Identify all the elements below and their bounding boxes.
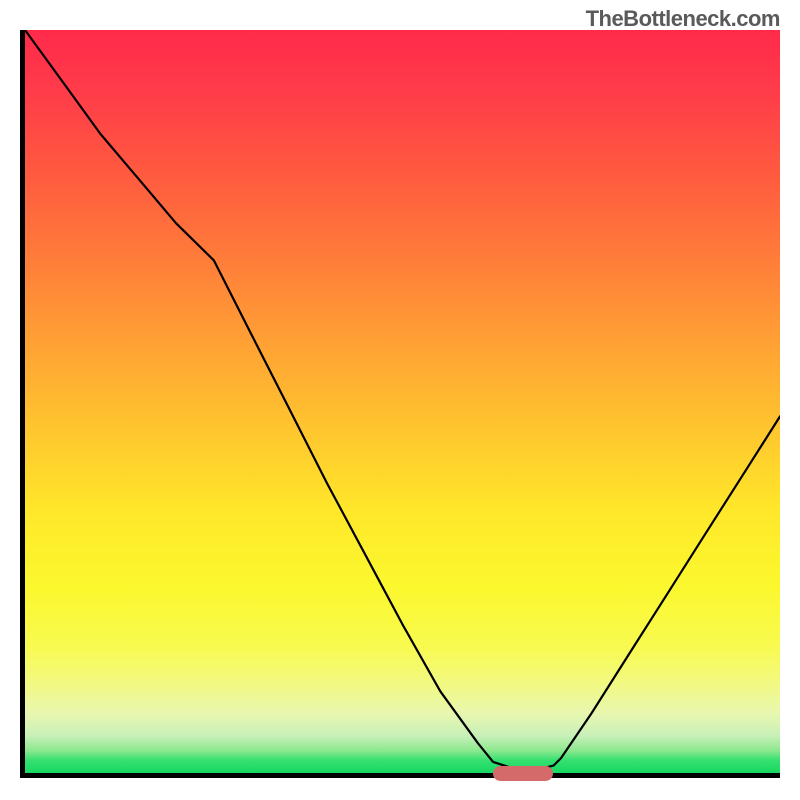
- bottleneck-curve: [25, 30, 780, 773]
- watermark-text: TheBottleneck.com: [586, 6, 780, 32]
- chart-container: TheBottleneck.com: [0, 0, 800, 800]
- plot-area: [20, 30, 780, 778]
- optimal-marker: [493, 766, 553, 781]
